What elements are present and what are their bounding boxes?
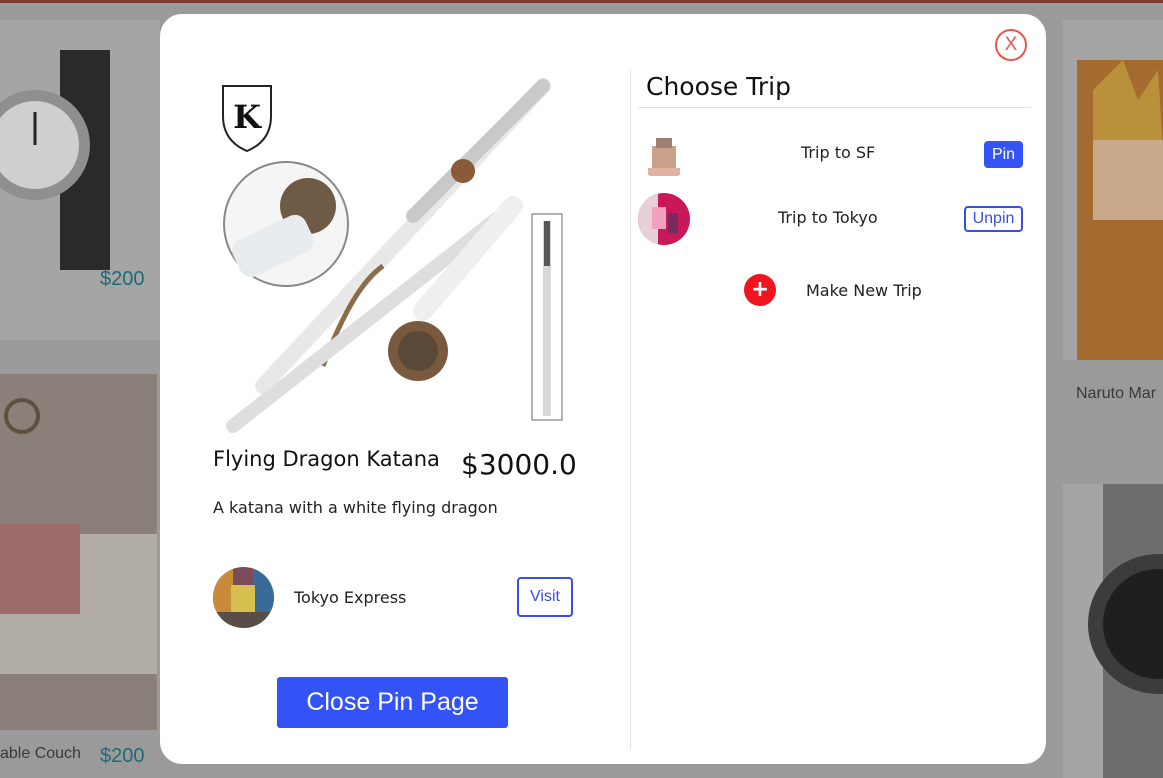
bg-product-card-naruto[interactable] [1063,20,1163,360]
bg-label: able Couch [0,745,81,762]
store-avatar[interactable] [213,567,274,628]
trip-row-sf[interactable]: Trip to SF Pin [638,128,1028,180]
bg-label: Naruto Mar [1076,385,1157,402]
choose-trip-heading: Choose Trip [646,72,791,101]
store-name: Tokyo Express [294,588,407,607]
close-icon[interactable]: X [995,29,1027,61]
heading-divider [638,107,1031,108]
make-new-trip-label[interactable]: Make New Trip [806,281,922,300]
unpin-button[interactable]: Unpin [964,206,1023,232]
svg-text:K: K [233,98,262,136]
column-divider [630,69,631,749]
couch-image [0,374,157,730]
bg-product-card-watch-2[interactable] [1063,484,1163,778]
trip-thumbnail [638,193,690,245]
katana-product-image: K [213,66,573,446]
naruto-book-image [1077,60,1163,360]
product-title: Flying Dragon Katana [213,447,440,471]
brand-logo-icon: K [222,85,272,153]
trip-thumbnail [638,128,690,180]
product-price: $3000.0 [461,448,577,481]
watch-image [1088,484,1163,778]
trip-name: Trip to Tokyo [778,208,878,227]
pin-button[interactable]: Pin [984,141,1023,168]
close-pin-page-button[interactable]: Close Pin Page [277,677,508,728]
add-trip-icon[interactable]: + [744,274,776,306]
trip-name: Trip to SF [801,143,876,162]
bg-product-card-watch[interactable] [0,20,160,340]
bg-product-card-couch[interactable] [0,374,157,730]
product-description: A katana with a white flying dragon [213,498,498,517]
visit-store-button[interactable]: Visit [517,577,573,617]
trip-row-tokyo[interactable]: Trip to Tokyo Unpin [638,193,1028,245]
store-avatar-image [213,567,274,628]
bg-price: $200 [100,268,145,290]
pin-modal: X K Flying Dragon Katana $3000.0 A katan… [160,14,1046,764]
watch-image [0,50,110,270]
top-border [0,0,1163,3]
bg-price: $200 [100,745,145,767]
